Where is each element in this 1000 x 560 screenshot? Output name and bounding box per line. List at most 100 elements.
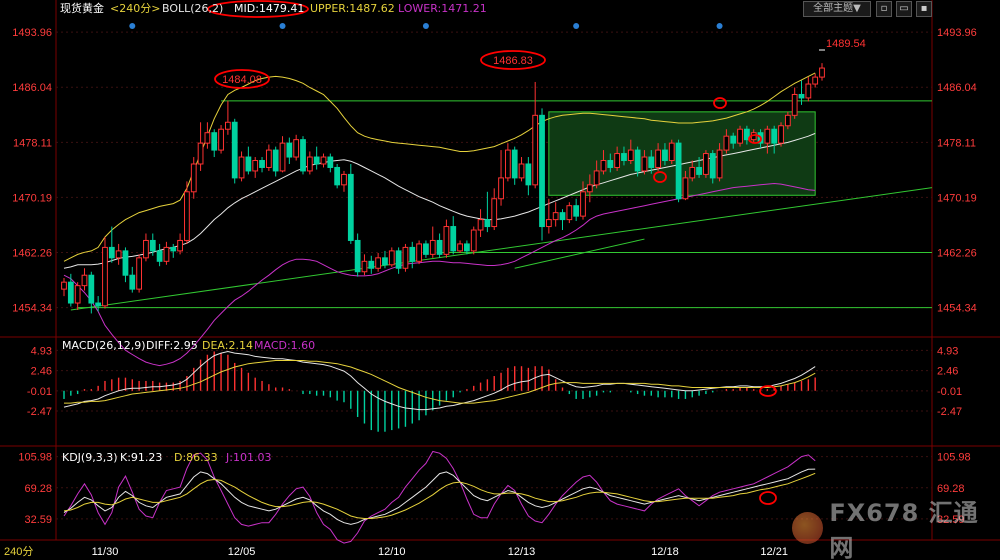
session-marker-dot <box>422 23 429 29</box>
candle-up <box>306 156 313 172</box>
price-tick-left: 1462.26 <box>12 248 52 260</box>
candle-down <box>607 160 614 168</box>
candle-down <box>286 142 293 158</box>
kdj-panel <box>63 450 816 544</box>
candle-up <box>429 239 436 255</box>
consolidation-zone <box>548 111 816 196</box>
candle-down <box>354 239 361 273</box>
candle-up <box>81 274 88 287</box>
price-tick-right: 1493.96 <box>937 27 977 39</box>
candle-up <box>737 128 743 144</box>
kdj-j-line <box>63 450 816 544</box>
candle-down <box>675 142 682 200</box>
chart-svg[interactable]: 1484.08 1486.83 1489.54 1493.96 1493.96 1486… <box>0 0 1000 560</box>
candle-up <box>416 243 422 262</box>
macd-tick-left: 4.93 <box>31 345 52 357</box>
candle-up <box>580 191 586 217</box>
chart-window: 1484.08 1486.83 1489.54 1493.96 1493.96 1486… <box>0 0 1000 560</box>
macd-tick-left: 2.46 <box>31 366 52 378</box>
candle-down <box>798 93 805 99</box>
macd-tick-right: -2.47 <box>937 406 962 418</box>
candle-up <box>102 246 108 307</box>
candle-down <box>525 163 532 186</box>
candle-up <box>778 125 784 144</box>
kdj-k-value: K:91.23 <box>120 451 162 464</box>
macd-tick-left: -0.01 <box>27 386 52 398</box>
kdj-k-line <box>63 468 816 525</box>
candle-down <box>730 135 737 144</box>
candle-up <box>204 132 211 144</box>
candle-up <box>115 250 122 259</box>
candle-down <box>511 149 518 179</box>
candle-up <box>545 219 552 228</box>
candle-up <box>504 149 511 179</box>
candle-down <box>259 160 265 168</box>
candle-up <box>491 198 498 228</box>
price-tick-left: 1478.11 <box>13 137 52 149</box>
kdj-cross-circle <box>759 491 777 505</box>
candle-up <box>197 142 204 165</box>
candle-up <box>600 160 607 172</box>
candle-up <box>74 285 81 304</box>
candle-up <box>190 163 197 193</box>
candle-down <box>211 132 218 151</box>
kdj-d-value: D:86.33 <box>174 451 218 464</box>
candle-down <box>368 260 375 269</box>
candle-down <box>559 212 566 221</box>
candle-up <box>614 153 621 168</box>
price-tick-right: 1454.34 <box>937 303 977 315</box>
high2-value-label: 1486.83 <box>493 55 533 67</box>
candle-down <box>436 239 443 255</box>
candle-down <box>327 156 334 168</box>
x-axis-labels: 240分 11/30 12/05 12/10 12/13 12/18 12/21 <box>4 545 788 558</box>
candle-up <box>265 149 272 168</box>
boll-mid-value: MID:1479.41 <box>234 2 304 15</box>
kdj-d-line <box>63 472 816 519</box>
candle-up <box>805 83 812 99</box>
price-tick-left: 1470.19 <box>12 192 52 204</box>
price-tick-right: 1478.11 <box>937 137 976 149</box>
candle-down <box>621 153 627 162</box>
candle-down <box>409 246 416 262</box>
window-close-button[interactable]: ▪ <box>916 1 932 17</box>
high1-value-label: 1484.08 <box>222 74 262 86</box>
kdj-tick-left: 105.98 <box>18 452 52 464</box>
candle-up <box>143 239 149 259</box>
candle-up <box>361 260 368 273</box>
candle-up <box>819 67 825 78</box>
candle-down <box>395 250 402 269</box>
session-marker-dot <box>716 23 723 29</box>
x-axis-date-label: 12/18 <box>651 546 679 558</box>
fx678-logo-icon <box>792 512 824 544</box>
kdj-j-value: J:101.03 <box>225 451 271 464</box>
theme-dropdown[interactable]: 全部主题▼ <box>803 1 871 17</box>
candle-up <box>177 239 183 252</box>
candle-down <box>334 166 341 186</box>
candle-up <box>225 121 231 130</box>
macd-tick-right: 4.93 <box>937 345 958 357</box>
boll-upper-value: UPPER:1487.62 <box>310 2 395 15</box>
macd-dea-value: DEA:2.14 <box>202 339 253 352</box>
watermark-text: FX678 汇通网 <box>829 499 979 560</box>
candle-up <box>627 149 634 162</box>
price-tick-right: 1470.19 <box>937 192 977 204</box>
window-maximize-button[interactable]: ▭ <box>896 1 912 17</box>
window-restore-button[interactable]: ▫ <box>876 1 892 17</box>
candle-down <box>484 219 491 228</box>
candle-down <box>648 156 655 168</box>
candle-up <box>689 166 696 179</box>
kdj-label: KDJ(9,3,3) <box>62 451 118 464</box>
candle-up <box>184 191 190 241</box>
macd-label: MACD(26,12,9) <box>62 339 146 352</box>
candle-down <box>156 250 163 262</box>
candle-down <box>231 121 238 179</box>
candle-up <box>784 114 791 127</box>
candle-up <box>641 156 648 172</box>
session-marker-dot <box>573 23 580 29</box>
candle-up <box>61 281 67 290</box>
rising-trendline-segment <box>514 238 645 269</box>
candle-up <box>279 142 286 172</box>
candle-down <box>539 114 545 228</box>
candle-up <box>552 212 559 221</box>
zone-top-circle <box>713 97 727 109</box>
